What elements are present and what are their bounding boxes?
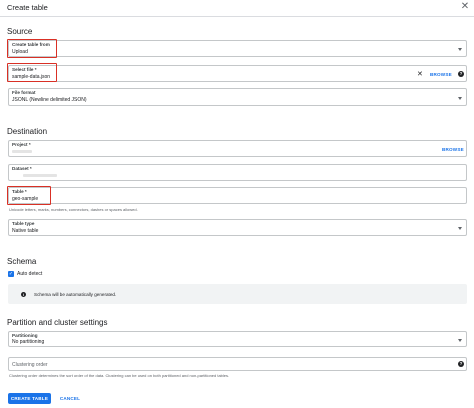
project-field[interactable]: Project * BROWSE	[8, 140, 467, 157]
partition-heading: Partition and cluster settings	[7, 318, 108, 327]
chevron-down-icon	[458, 48, 462, 51]
highlight-select-file	[7, 63, 57, 82]
close-icon[interactable]: ✕	[460, 2, 470, 12]
file-format-label: File format	[12, 90, 36, 95]
file-format-select[interactable]: File format JSONL (Newline delimited JSO…	[8, 88, 467, 106]
browse-project-button[interactable]: BROWSE	[442, 147, 464, 152]
project-value-redacted	[12, 150, 32, 153]
partitioning-label: Partitioning	[12, 333, 38, 338]
chevron-down-icon	[458, 227, 462, 230]
header-divider	[0, 16, 474, 17]
create-from-select[interactable]: Create table from Upload	[8, 40, 467, 57]
schema-info-banner: i Schema will be automatically generated…	[8, 284, 467, 304]
chevron-down-icon	[458, 339, 462, 342]
clustering-order-hint: Clustering order determines the sort ord…	[9, 373, 230, 378]
destination-heading: Destination	[7, 127, 48, 136]
table-name-field[interactable]: Table * geo-sample	[8, 187, 467, 204]
file-format-value: JSONL (Newline delimited JSON)	[12, 97, 87, 103]
table-name-hint: Unicode letters, marks, numbers, connect…	[9, 207, 138, 212]
table-type-value: Native table	[12, 228, 39, 234]
partitioning-value: No partitioning	[12, 339, 45, 345]
auto-detect-checkbox[interactable]: ✓	[8, 271, 14, 277]
highlight-table-name	[7, 186, 51, 205]
browse-file-button[interactable]: BROWSE	[430, 72, 452, 77]
auto-detect-label: Auto detect	[17, 271, 43, 277]
schema-heading: Schema	[7, 257, 37, 266]
info-icon: i	[21, 292, 26, 297]
schema-info-text: Schema will be automatically generated.	[34, 292, 117, 297]
chevron-down-icon	[458, 97, 462, 100]
highlight-create-from	[7, 39, 57, 58]
clustering-order-field[interactable]: Clustering order ?	[8, 357, 467, 371]
cancel-button[interactable]: CANCEL	[56, 393, 84, 404]
clear-icon[interactable]: ✕	[417, 71, 423, 78]
dataset-label: Dataset *	[12, 166, 32, 171]
dialog-title: Create table	[7, 3, 48, 12]
table-type-label: Table type	[12, 221, 35, 226]
create-table-button[interactable]: CREATE TABLE	[8, 393, 51, 404]
partitioning-select[interactable]: Partitioning No partitioning	[8, 331, 467, 347]
project-label: Project *	[12, 142, 31, 147]
dataset-value-redacted	[23, 174, 57, 177]
source-heading: Source	[7, 27, 33, 36]
table-type-select[interactable]: Table type Native table	[8, 219, 467, 236]
dataset-field[interactable]: Dataset *	[8, 164, 467, 181]
help-icon[interactable]: ?	[458, 361, 464, 367]
dialog-header: Create table ✕	[0, 0, 474, 16]
check-icon: ✓	[8, 271, 14, 277]
clustering-order-placeholder: Clustering order	[12, 362, 48, 368]
select-file-field[interactable]: Select file * sample-data.json ✕ BROWSE …	[8, 65, 467, 82]
help-icon[interactable]: ?	[458, 71, 464, 77]
